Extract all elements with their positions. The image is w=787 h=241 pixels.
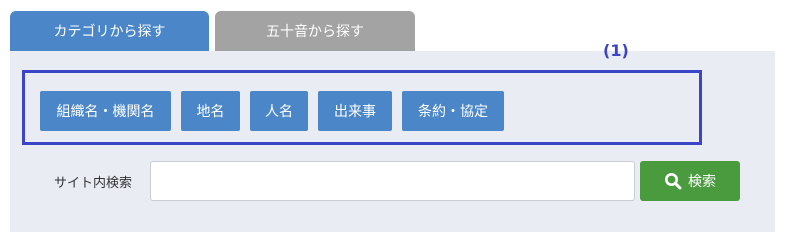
search-button-label: 検索: [688, 174, 716, 190]
category-button-person[interactable]: 人名: [250, 91, 308, 131]
tab-syllabary-search[interactable]: 五十音から探す: [215, 11, 415, 51]
site-search-label: サイト内検索: [54, 176, 133, 191]
category-button-label: 地名: [196, 104, 225, 120]
annotation-label: (1): [603, 41, 629, 60]
category-button-treaty[interactable]: 条約・協定: [402, 91, 504, 131]
category-button-organization[interactable]: 組織名・機関名: [40, 91, 171, 131]
site-search-input[interactable]: [150, 161, 635, 201]
search-button[interactable]: 検索: [640, 161, 740, 201]
category-button-label: 出来事: [334, 104, 376, 120]
category-button-label: 条約・協定: [418, 104, 488, 120]
tab-category-search[interactable]: カテゴリから探す: [10, 11, 209, 51]
category-button-label: 組織名・機関名: [56, 104, 155, 120]
category-button-event[interactable]: 出来事: [318, 91, 392, 131]
category-button-place[interactable]: 地名: [181, 91, 240, 131]
tab-category-search-label: カテゴリから探す: [53, 24, 166, 40]
category-button-label: 人名: [265, 104, 293, 120]
tab-syllabary-search-label: 五十音から探す: [266, 24, 364, 40]
search-icon: [664, 172, 682, 190]
